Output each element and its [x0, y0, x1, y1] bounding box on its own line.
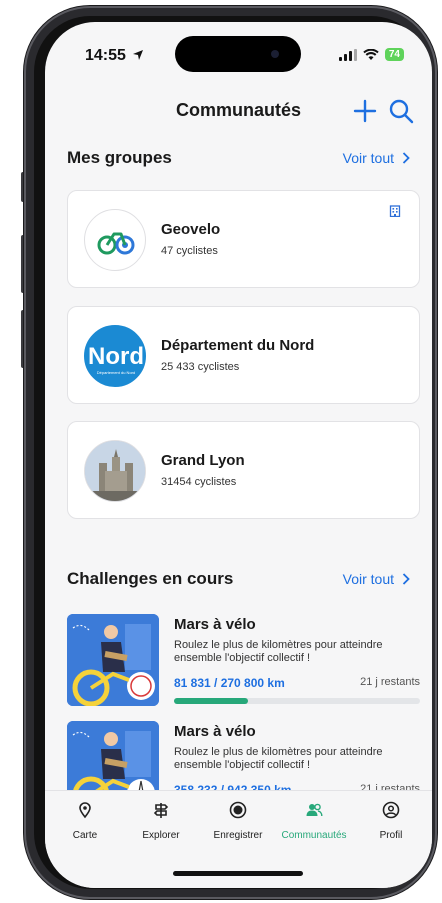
tab-label: Enregistrer: [213, 830, 263, 841]
group-name: Grand Lyon: [161, 452, 245, 469]
group-card-nord[interactable]: Nord Département du Nord Département du …: [67, 306, 420, 404]
record-icon: [229, 801, 247, 819]
plus-icon: [353, 99, 377, 123]
tab-label: Carte: [72, 830, 98, 841]
progress-bar-fill: [174, 698, 248, 704]
group-avatar: [84, 209, 146, 271]
challenge-description: Roulez le plus de kilomètres pour attein…: [174, 639, 383, 664]
basilica-photo: [85, 441, 145, 501]
search-button[interactable]: [386, 96, 416, 126]
challenge-remaining-days: 21 j restants: [360, 676, 420, 688]
tab-label: Communautés: [281, 830, 347, 841]
search-icon: [389, 99, 414, 124]
battery-indicator: 74: [384, 48, 404, 61]
cellular-signal-icon: [338, 48, 357, 61]
challenge-description: Roulez le plus de kilomètres pour attein…: [174, 746, 383, 771]
challenge-illustration: [67, 614, 159, 706]
group-name: Département du Nord: [161, 337, 315, 354]
challenge-card[interactable]: Mars à vélo Roulez le plus de kilomètres…: [67, 614, 420, 706]
tab-carte[interactable]: Carte: [50, 801, 120, 843]
tab-label: Explorer: [142, 830, 180, 841]
challenges-section-title: Challenges en cours: [67, 569, 234, 588]
profile-icon: [382, 801, 400, 819]
tab-explorer[interactable]: Explorer: [126, 801, 196, 843]
nord-logo: Nord Département du Nord: [88, 343, 144, 375]
home-indicator[interactable]: [173, 871, 303, 876]
group-member-count: 47 cyclistes: [161, 245, 218, 257]
chevron-right-icon: [402, 573, 410, 585]
group-card-grand-lyon[interactable]: Grand Lyon 31454 cyclistes: [67, 421, 420, 519]
tab-enregistrer[interactable]: Enregistrer: [203, 801, 273, 843]
bicycle-logo-icon: [97, 232, 135, 255]
group-member-count: 25 433 cyclistes: [161, 361, 240, 373]
signpost-icon: [153, 803, 169, 818]
add-button[interactable]: [350, 96, 380, 126]
building-icon: [389, 205, 401, 217]
group-avatar: Nord Département du Nord: [84, 325, 146, 387]
see-all-label: Voir tout: [342, 571, 394, 587]
tab-communautes[interactable]: Communautés: [279, 801, 349, 843]
group-name: Geovelo: [161, 221, 221, 238]
group-member-count: 31454 cyclistes: [161, 476, 237, 488]
map-pin-icon: [79, 802, 91, 819]
group-avatar: [84, 440, 146, 502]
dynamic-island: [175, 36, 301, 72]
challenge-title: Mars à vélo: [174, 616, 256, 633]
nord-logo-subtext: Département du Nord: [97, 370, 135, 375]
groups-section-title: Mes groupes: [67, 148, 172, 167]
chevron-right-icon: [402, 152, 410, 164]
group-card-geovelo[interactable]: Geovelo 47 cyclistes: [67, 190, 420, 288]
tab-label: Profil: [379, 830, 403, 841]
location-arrow-icon: [133, 50, 144, 60]
see-all-label: Voir tout: [342, 150, 394, 166]
challenge-title: Mars à vélo: [174, 723, 256, 740]
nord-logo-text: Nord: [88, 343, 144, 370]
status-indicators: 74: [338, 48, 404, 61]
time-text: 14:55: [85, 47, 126, 64]
app-screen: 14:55 74 Communautés Mes groupes Voir to…: [45, 22, 432, 888]
status-time: 14:55: [85, 47, 144, 65]
wifi-icon: [363, 48, 379, 60]
community-icon: [306, 803, 323, 817]
challenge-progress-bar: [174, 698, 420, 704]
camera-dot: [271, 50, 279, 58]
challenges-see-all-link[interactable]: Voir tout: [343, 571, 410, 587]
tab-profil[interactable]: Profil: [356, 801, 426, 843]
tab-bar: Carte Explorer Enregistrer Communautés P…: [45, 790, 432, 888]
cyclist-illustration: [67, 614, 159, 706]
groups-see-all-link[interactable]: Voir tout: [343, 150, 410, 166]
challenge-progress-text: 81 831 / 270 800 km: [174, 676, 285, 690]
